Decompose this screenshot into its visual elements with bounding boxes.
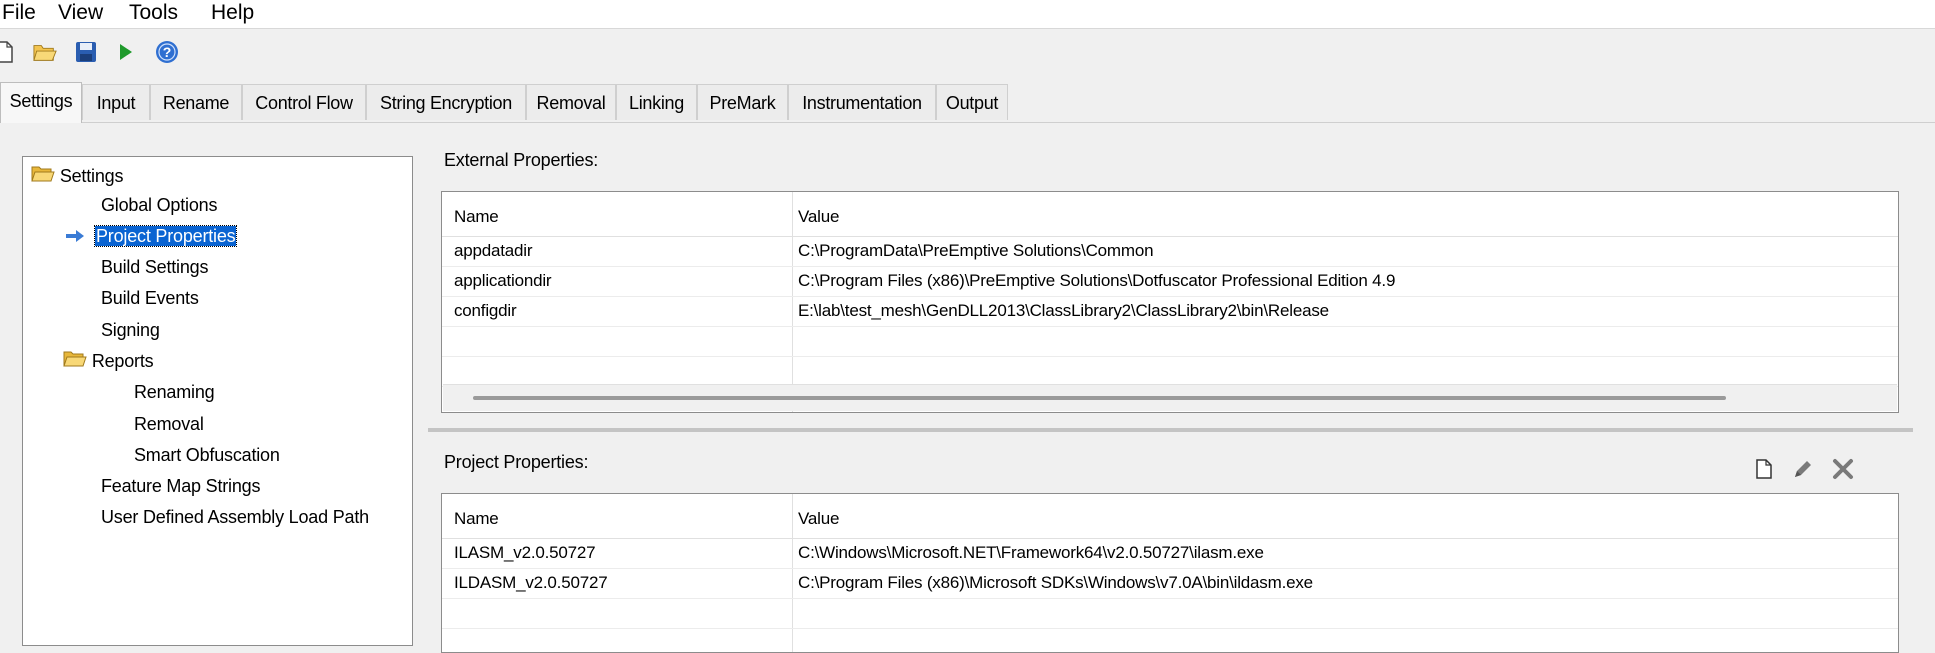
tab-removal[interactable]: Removal — [526, 84, 616, 120]
table-row[interactable]: configdir E:\lab\test_mesh\GenDLL2013\Cl… — [442, 296, 1898, 327]
svg-text:?: ? — [163, 44, 172, 60]
horizontal-scrollbar[interactable] — [443, 384, 1897, 411]
settings-tree[interactable]: Settings Global Options Project Properti… — [22, 156, 413, 646]
edit-pencil-icon[interactable] — [1790, 456, 1816, 482]
project-properties-grid[interactable]: Name Value ILASM_v2.0.50727 C:\Windows\M… — [441, 493, 1899, 653]
tab-strip: Settings Input Rename Control Flow Strin… — [0, 82, 1935, 123]
tree-node-smart-obfuscation[interactable]: Smart Obfuscation — [134, 442, 280, 468]
menu-bar: File View Tools Help — [0, 0, 1935, 29]
tab-string-encryption[interactable]: String Encryption — [366, 84, 526, 120]
tab-settings[interactable]: Settings — [0, 82, 82, 123]
grid-header: Name Value — [442, 192, 1898, 237]
open-folder-icon — [63, 349, 87, 375]
empty-row — [442, 598, 1898, 629]
column-header-value[interactable]: Value — [798, 192, 839, 242]
toolbar: ? — [0, 30, 1935, 74]
tree-node-label: Settings — [59, 166, 124, 186]
panel-splitter[interactable] — [428, 428, 1913, 432]
help-icon[interactable]: ? — [155, 40, 179, 64]
save-icon[interactable] — [74, 40, 98, 64]
tree-node-build-events[interactable]: Build Events — [101, 285, 199, 311]
tree-node-reports[interactable]: Reports — [63, 348, 154, 375]
menu-tools[interactable]: Tools — [127, 0, 180, 26]
arrow-right-icon — [65, 224, 95, 250]
menu-file[interactable]: File — [0, 0, 38, 26]
external-properties-label: External Properties: — [444, 150, 599, 170]
tree-node-build-settings[interactable]: Build Settings — [101, 254, 208, 280]
table-row[interactable]: applicationdir C:\Program Files (x86)\Pr… — [442, 266, 1898, 297]
column-header-value[interactable]: Value — [798, 494, 839, 544]
tree-node-removal[interactable]: Removal — [134, 411, 204, 437]
menu-help[interactable]: Help — [209, 0, 256, 26]
empty-row — [442, 356, 1898, 387]
table-row[interactable]: ILASM_v2.0.50727 C:\Windows\Microsoft.NE… — [442, 538, 1898, 569]
new-file-icon[interactable] — [0, 40, 16, 64]
delete-x-icon[interactable] — [1830, 456, 1856, 482]
tab-linking[interactable]: Linking — [616, 84, 697, 120]
tree-node-global-options[interactable]: Global Options — [101, 192, 217, 218]
external-properties-grid[interactable]: Name Value appdatadir C:\ProgramData\Pre… — [441, 191, 1899, 413]
tab-rename[interactable]: Rename — [150, 84, 242, 120]
column-header-name[interactable]: Name — [454, 192, 499, 242]
tree-node-user-defined-assembly-load-path[interactable]: User Defined Assembly Load Path — [101, 504, 369, 530]
new-property-icon[interactable] — [1751, 456, 1777, 482]
tree-node-settings[interactable]: Settings — [31, 163, 123, 189]
open-folder-icon[interactable] — [33, 40, 57, 64]
tree-node-signing[interactable]: Signing — [101, 317, 160, 343]
project-properties-label: Project Properties: — [444, 452, 589, 472]
open-folder-icon — [31, 164, 55, 190]
tab-output[interactable]: Output — [936, 84, 1008, 120]
tab-premark[interactable]: PreMark — [697, 84, 788, 120]
table-row[interactable]: appdatadir C:\ProgramData\PreEmptive Sol… — [442, 236, 1898, 267]
menu-view[interactable]: View — [56, 0, 105, 26]
tree-node-project-properties[interactable]: Project Properties — [65, 223, 238, 250]
column-header-name[interactable]: Name — [454, 494, 499, 544]
tab-input[interactable]: Input — [82, 84, 150, 120]
tab-control-flow[interactable]: Control Flow — [242, 84, 366, 120]
run-icon[interactable] — [114, 40, 138, 64]
scrollbar-thumb[interactable] — [473, 396, 1726, 400]
table-row[interactable]: ILDASM_v2.0.50727 C:\Program Files (x86)… — [442, 568, 1898, 599]
tree-node-feature-map-strings[interactable]: Feature Map Strings — [101, 473, 260, 499]
tree-node-label: Project Properties — [93, 225, 238, 247]
tree-node-renaming[interactable]: Renaming — [134, 379, 215, 405]
empty-row — [442, 326, 1898, 357]
tab-instrumentation[interactable]: Instrumentation — [788, 84, 936, 120]
grid-header: Name Value — [442, 494, 1898, 539]
